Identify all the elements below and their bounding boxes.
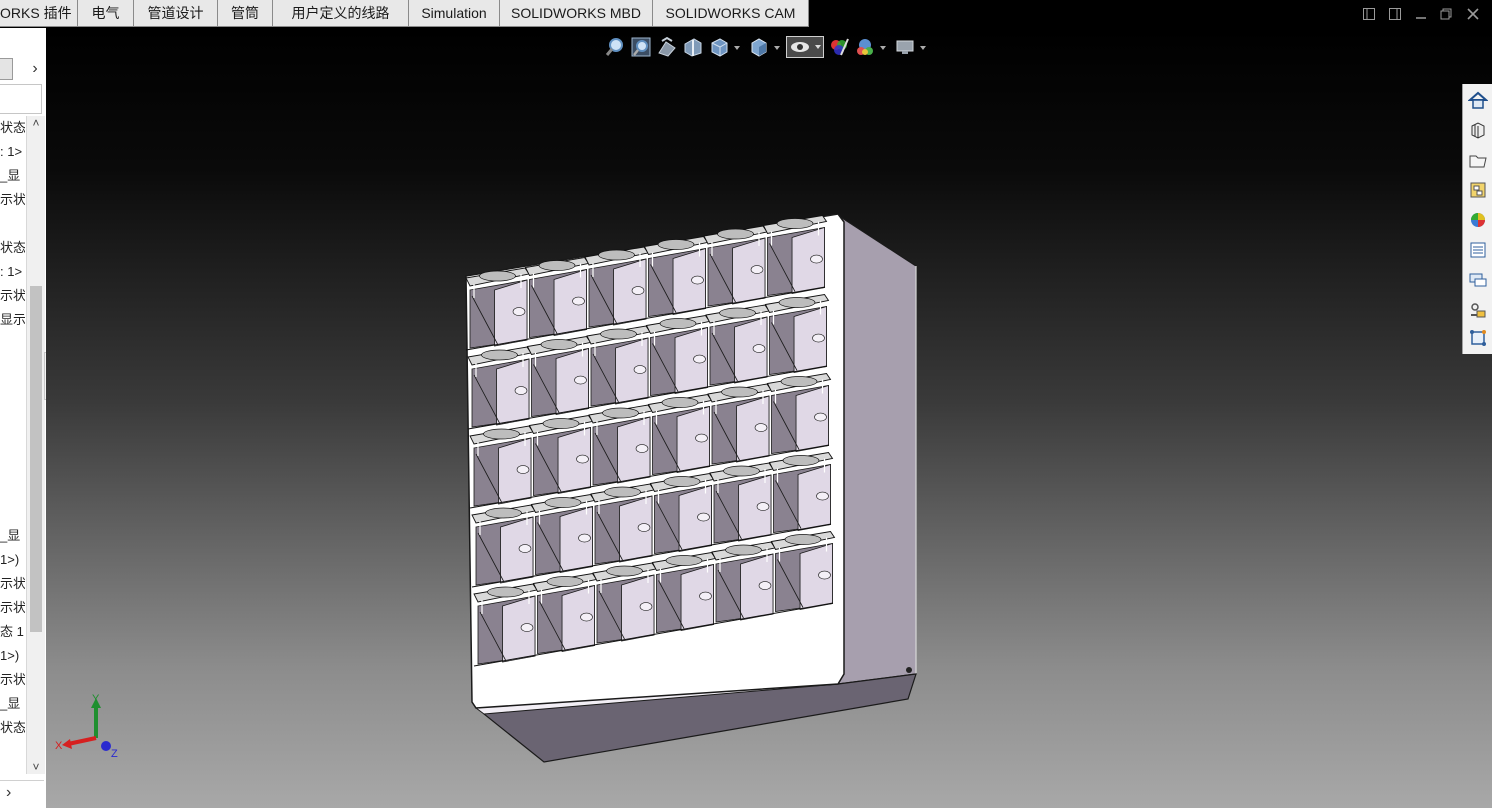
chevron-down-icon[interactable] xyxy=(732,36,742,58)
forum-icon[interactable] xyxy=(1468,270,1488,290)
tree-item[interactable]: 示状 xyxy=(0,190,25,210)
feature-manager-panel: › 状态 : 1> _显 示状 状态 : 1> 示状 显示 _显 1>) 示状 … xyxy=(0,28,46,808)
toolbox-icon[interactable] xyxy=(1468,300,1488,320)
chevron-down-icon[interactable] xyxy=(918,36,928,58)
tab-piping[interactable]: 管道设计 xyxy=(134,0,218,27)
previous-view-icon[interactable] xyxy=(656,36,678,58)
axis-x-label: X xyxy=(55,740,63,752)
tree-item[interactable]: : 1> xyxy=(0,142,25,162)
restore-icon[interactable] xyxy=(1439,7,1453,21)
tree-item[interactable]: 状态 xyxy=(0,118,25,138)
split-horizontal-icon[interactable] xyxy=(1388,7,1402,21)
solidworks-resources-icon[interactable] xyxy=(1468,120,1488,140)
tree-item[interactable]: : 1> xyxy=(0,262,25,282)
zoom-to-fit-icon[interactable] xyxy=(604,36,626,58)
zoom-to-area-icon[interactable] xyxy=(630,36,652,58)
tree-item[interactable]: 示状 xyxy=(0,670,25,690)
custom-properties-icon[interactable] xyxy=(1468,240,1488,260)
tab-solidworks-cam[interactable]: SOLIDWORKS CAM xyxy=(653,0,809,27)
tree-item[interactable]: 示状 xyxy=(0,574,25,594)
appearances-icon[interactable] xyxy=(1468,210,1488,230)
tab-user-defined-routing[interactable]: 用户定义的线路 xyxy=(273,0,409,27)
axis-z xyxy=(101,741,111,751)
tree-item[interactable]: _显 xyxy=(0,694,25,714)
tree-item[interactable]: 示状 xyxy=(0,286,25,306)
3d-content-icon[interactable] xyxy=(1468,328,1488,348)
view-settings-icon[interactable] xyxy=(894,36,916,58)
tree-item[interactable]: 1>) xyxy=(0,550,25,570)
tree-scrollbar[interactable]: ˄ ˅ xyxy=(26,116,45,774)
apply-scene-icon[interactable] xyxy=(854,36,876,58)
chevron-down-icon[interactable] xyxy=(772,36,782,58)
scroll-thumb[interactable] xyxy=(30,286,42,632)
axis-z-label: Z xyxy=(111,748,118,760)
tab-solidworks-mbd[interactable]: SOLIDWORKS MBD xyxy=(500,0,653,27)
tab-tubing[interactable]: 管筒 xyxy=(218,0,273,27)
home-icon[interactable] xyxy=(1468,90,1488,110)
tree-item[interactable]: 状态 xyxy=(0,718,25,738)
task-pane xyxy=(1462,84,1492,354)
close-icon[interactable] xyxy=(1466,7,1480,21)
scroll-up-button[interactable]: ˄ xyxy=(27,116,45,130)
section-view-icon[interactable] xyxy=(682,36,704,58)
tree-item[interactable]: _显 xyxy=(0,166,25,186)
chevron-down-icon[interactable] xyxy=(878,36,888,58)
tab-electrical[interactable]: 电气 xyxy=(78,0,134,27)
panel-tab-stub[interactable] xyxy=(0,58,13,80)
graphics-viewport[interactable]: Y X Z xyxy=(46,28,1492,808)
tree-item[interactable]: 态 1 xyxy=(0,622,25,642)
tab-addins[interactable]: ORKS 插件 xyxy=(0,0,78,27)
cabinet-model[interactable] xyxy=(446,214,926,774)
tree-item[interactable]: _显 xyxy=(0,526,25,546)
tree-item[interactable]: 状态 xyxy=(0,238,25,258)
panel-divider xyxy=(0,780,44,781)
tree-item[interactable]: 示状 xyxy=(0,598,25,618)
edit-appearance-icon[interactable] xyxy=(828,36,850,58)
scroll-down-button[interactable]: ˅ xyxy=(27,760,45,774)
hide-show-items-icon[interactable] xyxy=(786,36,824,58)
coordinate-triad: Y X Z xyxy=(55,693,118,760)
display-style-icon[interactable] xyxy=(748,36,770,58)
filter-input[interactable] xyxy=(0,84,42,114)
tree-item[interactable]: 显示 xyxy=(0,310,25,330)
panel-nav-arrow[interactable]: › xyxy=(28,58,42,80)
axis-x xyxy=(67,736,97,746)
design-library-icon[interactable] xyxy=(1468,150,1488,170)
cabinet-side-panel xyxy=(835,214,917,685)
view-orientation-icon[interactable] xyxy=(708,36,730,58)
axis-y-label: Y xyxy=(92,693,100,705)
tree-item[interactable]: 1>) xyxy=(0,646,25,666)
horizontal-scroll-arrow[interactable]: › xyxy=(6,782,20,804)
file-explorer-icon[interactable] xyxy=(1468,180,1488,200)
tab-simulation[interactable]: Simulation xyxy=(409,0,500,27)
split-vertical-icon[interactable] xyxy=(1362,7,1376,21)
minimize-icon[interactable] xyxy=(1414,7,1428,21)
ribbon-tab-bar: ORKS 插件 电气 管道设计 管筒 用户定义的线路 Simulation SO… xyxy=(0,0,1492,28)
drawer-grid xyxy=(465,215,836,667)
